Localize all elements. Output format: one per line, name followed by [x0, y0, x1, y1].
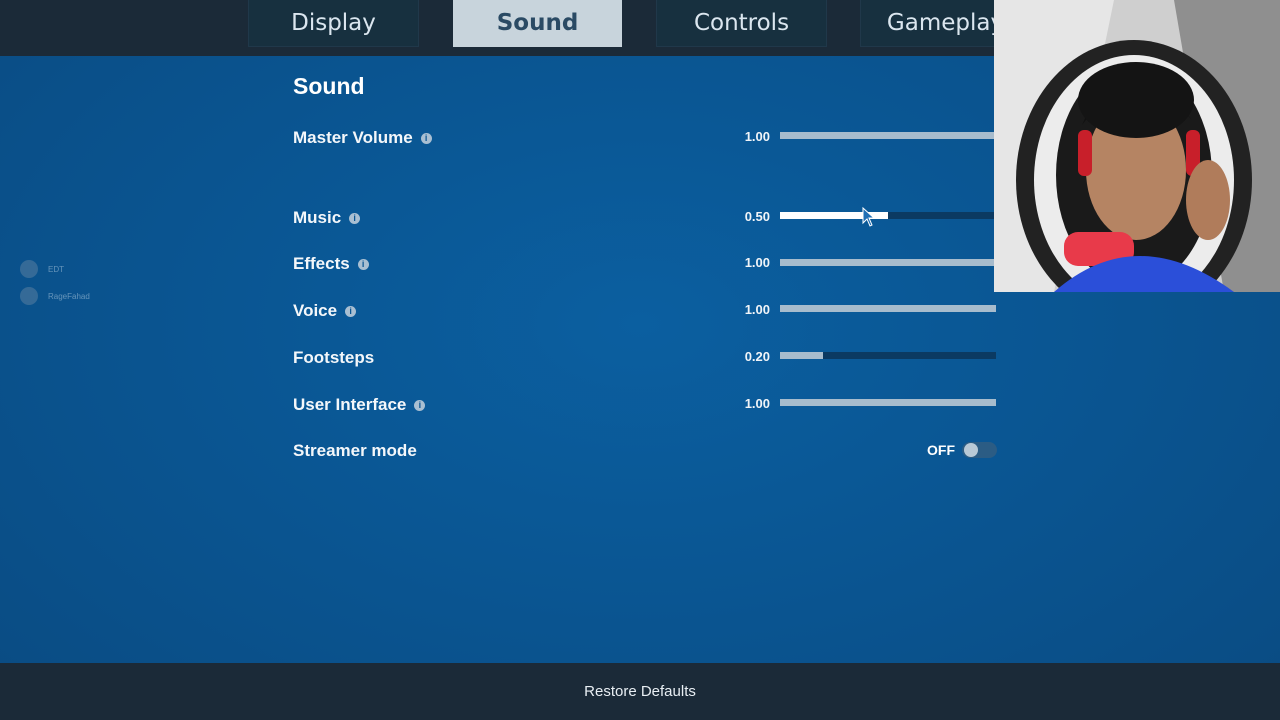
slider-master-volume[interactable]	[780, 132, 996, 139]
setting-label-streamer-mode: Streamer mode	[293, 441, 417, 460]
slider-effects[interactable]	[780, 259, 996, 266]
slider-fill	[780, 259, 996, 266]
setting-label-voice: Voice i	[293, 301, 357, 321]
section-title: Sound	[293, 73, 365, 99]
slider-user-interface[interactable]	[780, 399, 996, 406]
info-icon[interactable]: i	[414, 399, 426, 411]
tab-display[interactable]: Display	[248, 0, 419, 47]
setting-label-music: Music i	[293, 208, 361, 228]
bottom-bar: Restore Defaults	[0, 663, 1280, 720]
setting-value-user-interface: 1.00	[744, 396, 770, 411]
setting-label-text: Master Volume	[293, 128, 413, 147]
tab-controls[interactable]: Controls	[656, 0, 827, 47]
mouse-cursor-icon	[862, 207, 876, 227]
webcam-overlay	[994, 0, 1280, 292]
setting-value-music: 0.50	[744, 209, 770, 224]
streamer-mode-toggle[interactable]	[962, 442, 997, 458]
toggle-knob	[964, 443, 978, 457]
slider-fill	[780, 352, 824, 359]
setting-label-text: User Interface	[293, 395, 407, 414]
party-member: RageFahad	[20, 287, 90, 305]
slider-music[interactable]	[780, 212, 996, 219]
setting-label-text: Footsteps	[293, 348, 375, 367]
slider-fill	[780, 132, 996, 139]
info-icon[interactable]: i	[357, 258, 369, 270]
slider-voice[interactable]	[780, 305, 996, 312]
party-member: EDT	[20, 260, 64, 278]
setting-label-footsteps: Footsteps	[293, 348, 374, 368]
slider-footsteps[interactable]	[780, 352, 996, 359]
info-icon[interactable]: i	[345, 305, 357, 317]
setting-label-effects: Effects i	[293, 254, 369, 274]
setting-value-master-volume: 1.00	[744, 129, 770, 144]
party-member-name: RageFahad	[48, 291, 90, 301]
setting-value-effects: 1.00	[744, 255, 770, 270]
slider-fill	[780, 399, 996, 406]
slider-fill	[780, 305, 996, 312]
setting-label-text: Voice	[293, 301, 338, 320]
info-icon[interactable]: i	[349, 212, 361, 224]
setting-label-text: Music	[293, 208, 342, 227]
tab-sound[interactable]: Sound	[453, 0, 622, 47]
toggle-state-label: OFF	[927, 442, 955, 458]
restore-defaults-button[interactable]: Restore Defaults	[584, 683, 696, 700]
setting-label-text: Effects	[293, 254, 350, 273]
setting-value-voice: 1.00	[744, 302, 770, 317]
setting-label-user-interface: User Interface i	[293, 395, 426, 415]
avatar	[20, 260, 38, 278]
avatar	[20, 287, 38, 305]
info-icon[interactable]: i	[420, 132, 432, 144]
party-member-name: EDT	[48, 264, 64, 274]
webcam-feed-image	[994, 0, 1280, 292]
setting-value-footsteps: 0.20	[744, 349, 770, 364]
setting-label-master-volume: Master Volume i	[293, 128, 432, 148]
